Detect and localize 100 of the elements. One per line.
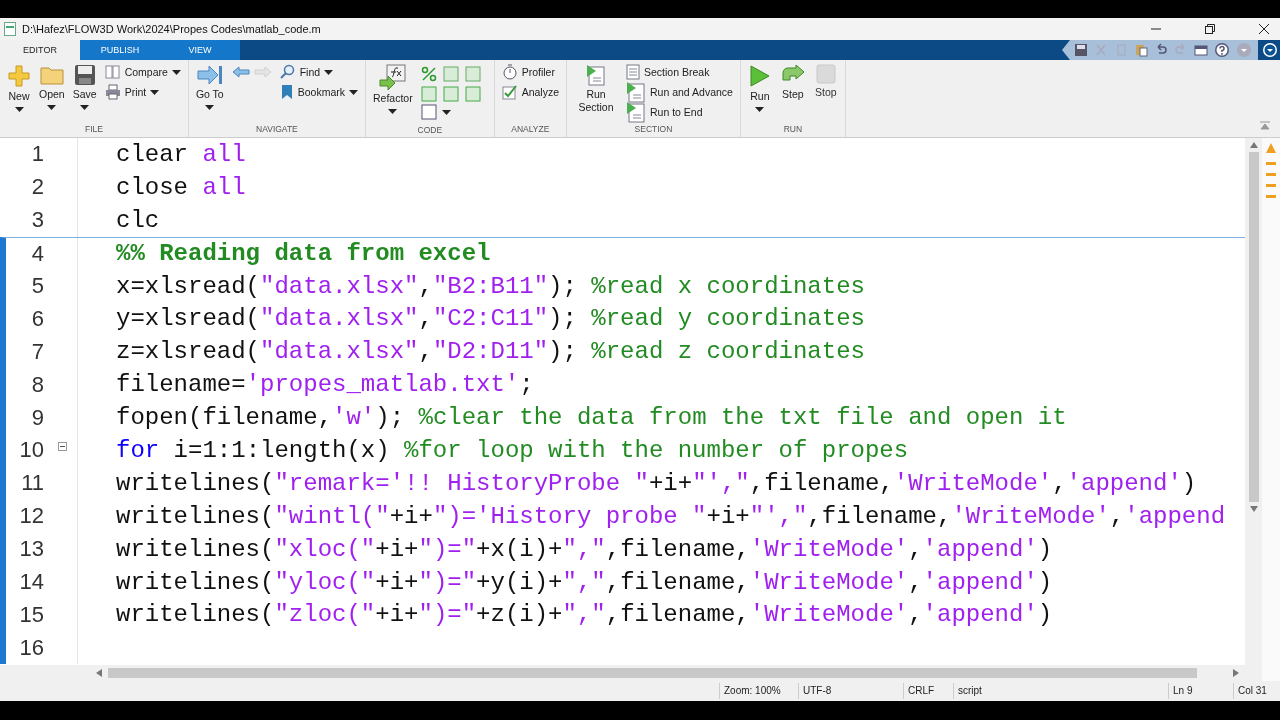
- string-literal: ",": [562, 601, 606, 629]
- dropdown-icon[interactable]: [1262, 42, 1278, 58]
- toolbar-button[interactable]: Print: [101, 82, 184, 102]
- compare-icon: [104, 64, 121, 80]
- string-literal: "yloc(": [274, 568, 376, 596]
- group-label: NAVIGATE: [255, 124, 299, 136]
- code-text: +i+: [389, 502, 433, 530]
- arrow-right-icon: [196, 64, 223, 86]
- scroll-down-icon[interactable]: [1249, 506, 1258, 512]
- zoom-level: Zoom: 100%: [719, 683, 798, 699]
- fold-icon[interactable]: [58, 442, 67, 451]
- string-literal: 'WriteMode': [893, 469, 1053, 497]
- code-text: filename=: [116, 371, 246, 399]
- code-text: ,: [1109, 502, 1125, 530]
- string-literal: ")=": [418, 601, 477, 629]
- code-comment: %clear the data from the txt file and open it: [418, 404, 1067, 432]
- string-literal: ")='History probe ": [432, 502, 707, 530]
- undo-icon[interactable]: [1154, 43, 1168, 57]
- string-literal: 'propes_matlab.txt': [245, 371, 520, 399]
- string-literal: "data.xlsx": [260, 272, 419, 300]
- string-literal: "D2:D11": [432, 338, 549, 366]
- string-literal: 'append': [922, 568, 1038, 596]
- code-text: +i+: [375, 601, 419, 629]
- toolbar-button[interactable]: Compare: [101, 62, 184, 82]
- group-label: FILE: [83, 124, 104, 136]
- code-text: );: [375, 404, 406, 432]
- code-text: ;: [519, 371, 534, 399]
- toolbar-button[interactable]: Go To: [192, 62, 227, 112]
- string-literal: "xloc(": [274, 535, 376, 563]
- toolbar-button[interactable]: Run: [744, 62, 775, 114]
- line-number: 14: [18, 569, 44, 595]
- line-number: 1: [30, 141, 44, 168]
- close-icon[interactable]: [1258, 23, 1270, 35]
- ribbon-tab[interactable]: EDITOR: [0, 40, 80, 60]
- toolbar-button[interactable]: Refactor: [369, 62, 416, 116]
- code-text: +i+: [375, 535, 419, 563]
- toolbar-button[interactable]: Bookmark: [276, 82, 361, 102]
- toolbar-button[interactable]: Save: [69, 62, 100, 112]
- horizontal-scrollbar[interactable]: [0, 665, 1245, 681]
- warning-icon[interactable]: [1265, 142, 1277, 154]
- toolbar-button[interactable]: Step: [776, 62, 809, 103]
- code-text: +i+: [375, 568, 419, 596]
- scroll-up-icon[interactable]: [1249, 142, 1258, 148]
- toolbar-button[interactable]: Run and Advance: [623, 82, 736, 102]
- help-icon[interactable]: [1214, 42, 1230, 58]
- ribbon-tab[interactable]: VIEW: [160, 40, 240, 60]
- collapse-icon[interactable]: [1260, 121, 1270, 131]
- section-title: %% Reading data from excel: [116, 240, 491, 268]
- window-icon[interactable]: [1194, 43, 1208, 57]
- paste-icon[interactable]: [1134, 43, 1148, 57]
- code-text: writelines(: [116, 535, 275, 563]
- group-label: CODE: [416, 125, 444, 137]
- toolbar-button[interactable]: Find: [276, 62, 361, 82]
- code-text: +i+: [706, 502, 750, 530]
- toolbar-button[interactable]: Run Section: [571, 62, 621, 116]
- line-number: 10: [18, 437, 44, 464]
- code-comment: %read z coordinates: [591, 338, 865, 366]
- vertical-scrollbar[interactable]: [1245, 138, 1262, 681]
- toolbar-button[interactable]: Run to End: [623, 102, 736, 122]
- line-number: 2: [30, 174, 44, 201]
- play-document-icon: [626, 101, 646, 123]
- toolbar-button[interactable]: Analyze: [498, 82, 562, 102]
- scroll-left-icon[interactable]: [96, 669, 102, 677]
- toolbar-button[interactable]: Section Break: [623, 62, 736, 82]
- toolbar-button[interactable]: Profiler: [498, 62, 562, 82]
- string-literal: "',": [749, 502, 808, 530]
- line-number: 12: [18, 503, 44, 530]
- code-editor[interactable]: [0, 138, 1280, 681]
- play-document-icon: [586, 64, 606, 86]
- string-literal: all: [202, 140, 246, 168]
- line-number: 5: [30, 273, 44, 299]
- play-document-icon: [626, 81, 646, 103]
- line-number: 13: [18, 536, 44, 563]
- code-text: );: [548, 305, 578, 333]
- code-comment: %read y coordinates: [591, 305, 865, 333]
- folder-icon: [39, 64, 64, 86]
- string-literal: "',": [692, 469, 750, 497]
- toolbar-button[interactable]: New: [4, 62, 34, 114]
- string-literal: "data.xlsx": [260, 338, 419, 366]
- ribbon-tab[interactable]: PUBLISH: [80, 40, 160, 60]
- string-literal: all: [202, 173, 246, 201]
- code-text: ,: [908, 568, 923, 596]
- code-text: y=xlsread(: [116, 305, 261, 333]
- line-number: 11: [20, 470, 44, 497]
- scroll-right-icon[interactable]: [1233, 669, 1239, 677]
- restore-icon[interactable]: [1204, 23, 1216, 35]
- function-icon: [378, 64, 407, 90]
- string-literal: "data.xlsx": [260, 305, 419, 333]
- line-number: 7: [30, 338, 44, 365]
- group-label: RUN: [782, 124, 804, 136]
- back-arrow-icon[interactable]: [231, 66, 250, 78]
- string-literal: "B2:B11": [432, 272, 549, 300]
- string-literal: "C2:C11": [432, 305, 549, 333]
- toolbar-button[interactable]: Open: [36, 62, 68, 112]
- code-text: writelines(: [116, 568, 275, 596]
- search-icon: [279, 64, 296, 80]
- line-number: 3: [30, 207, 44, 234]
- code-text: ,filename,: [605, 601, 750, 629]
- code-text: clc: [116, 206, 160, 234]
- code-text: ): [1037, 535, 1053, 563]
